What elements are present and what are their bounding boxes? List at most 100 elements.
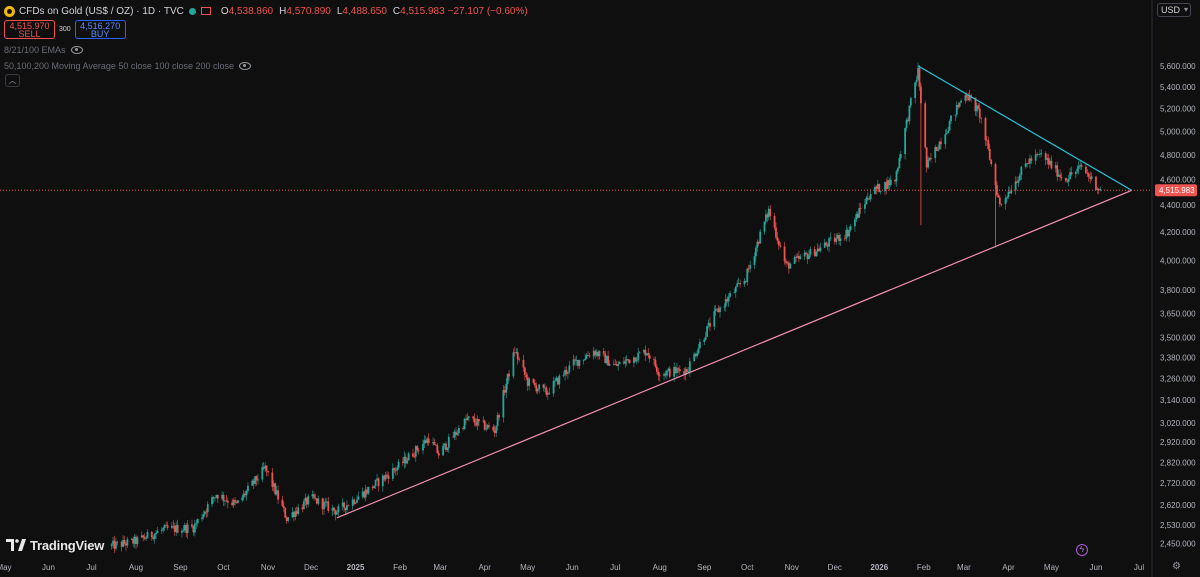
candle-body xyxy=(918,67,921,87)
eye-icon[interactable] xyxy=(239,62,251,70)
x-tick-label: Sep xyxy=(173,563,188,572)
y-tick-label: 5,000.000 xyxy=(1160,127,1196,136)
candle-body xyxy=(1017,180,1020,183)
candle-body xyxy=(895,171,898,182)
candle-body xyxy=(727,296,730,302)
candle-body xyxy=(624,360,627,364)
candle-body xyxy=(568,365,571,372)
candle-body xyxy=(754,248,757,257)
x-tick-label: Jun xyxy=(566,563,579,572)
candle-body xyxy=(994,164,997,186)
x-tick-label: Sep xyxy=(697,563,712,572)
candle-body xyxy=(236,500,239,504)
ohlc-low-value: 4,488.650 xyxy=(342,5,387,17)
x-tick-label: Jul xyxy=(1134,563,1144,572)
indicator-ema[interactable]: 8/21/100 EMAs xyxy=(4,45,83,55)
candle-body xyxy=(848,230,851,237)
candle-body xyxy=(126,539,129,546)
candle-body xyxy=(216,495,219,499)
candle-body xyxy=(1095,176,1097,190)
candle-body xyxy=(773,215,776,228)
candle-body xyxy=(878,183,881,192)
candle-body xyxy=(327,501,330,511)
candle-body xyxy=(160,529,163,531)
candle-body xyxy=(776,237,779,241)
candle-body xyxy=(713,311,716,327)
candle-body xyxy=(436,445,439,454)
indicator-ma[interactable]: 50,100,200 Moving Average 50 close 100 c… xyxy=(4,61,251,71)
market-open-icon xyxy=(188,7,196,15)
collapse-indicators-button[interactable]: ︿ xyxy=(5,74,20,87)
gear-icon[interactable]: ⚙ xyxy=(1172,561,1181,572)
x-tick-label: 2026 xyxy=(870,563,888,572)
candle-body xyxy=(367,486,370,494)
candle-body xyxy=(988,149,991,160)
candle-body xyxy=(678,369,681,372)
eye-icon[interactable] xyxy=(70,46,83,54)
sell-button[interactable]: 4,515.970 SELL xyxy=(4,20,55,39)
candle-body xyxy=(373,485,376,489)
candle-body xyxy=(488,425,490,427)
candle-body xyxy=(1019,175,1021,181)
last-price-value: 4,515.983 xyxy=(1159,186,1195,195)
buy-button[interactable]: 4,516.270 BUY xyxy=(74,20,126,39)
symbol-title[interactable]: CFDs on Gold (US$ / OZ) · 1D · TVC xyxy=(19,6,184,17)
candle-body xyxy=(176,525,179,533)
buy-label: BUY xyxy=(90,29,110,39)
candle-body xyxy=(186,524,189,533)
candle-body xyxy=(284,508,287,518)
candle-body xyxy=(162,528,165,530)
candle-body xyxy=(396,467,399,471)
candle-body xyxy=(729,293,731,297)
candle-body xyxy=(397,461,400,468)
candle-body xyxy=(196,519,199,524)
candle-body xyxy=(930,158,932,159)
candle-body xyxy=(277,490,279,500)
ohlc-close-key: C xyxy=(392,5,401,17)
candle-body xyxy=(709,322,711,327)
currency-selector[interactable]: USD xyxy=(1157,3,1191,17)
y-tick-label: 4,000.000 xyxy=(1160,256,1196,265)
candle-body xyxy=(427,438,430,444)
candle-body xyxy=(950,115,952,122)
candle-body xyxy=(793,257,796,264)
candle-body xyxy=(945,133,948,135)
candle-body xyxy=(1099,189,1102,191)
x-tick-label: Oct xyxy=(741,563,754,572)
candle-body xyxy=(598,351,601,357)
candle-body xyxy=(222,494,225,501)
candle-body xyxy=(247,485,249,491)
candle-body xyxy=(442,445,444,456)
candle-body xyxy=(447,436,450,448)
candle-body xyxy=(723,306,726,308)
candle-body xyxy=(110,544,113,547)
candle-body xyxy=(940,141,942,145)
candle-body xyxy=(829,237,832,239)
candle-body xyxy=(512,352,515,377)
candle-body xyxy=(984,118,987,141)
candle-body xyxy=(166,525,169,528)
candle-body xyxy=(241,497,244,501)
candle-body xyxy=(146,531,149,539)
chart-header: CFDs on Gold (US$ / OZ) · 1D · TVC O 4,53… xyxy=(4,4,531,18)
candle-body xyxy=(145,538,147,539)
candle-body xyxy=(417,450,420,451)
candle-body xyxy=(374,479,377,486)
candle-body xyxy=(714,309,717,312)
candle-body xyxy=(688,361,691,372)
candle-body xyxy=(226,500,229,503)
flag-icon[interactable] xyxy=(200,7,211,15)
time-axis: May Jun Jul Aug Sep Oct Nov Dec 2025 Feb Mar Apr May… xyxy=(0,563,1144,572)
y-tick-label: 4,600.000 xyxy=(1160,176,1196,185)
x-tick-label: Apr xyxy=(478,563,491,572)
candle-body xyxy=(795,257,797,259)
price-chart[interactable]: 5,600.000 5,400.000 5,200.000 5,000.000 4,80… xyxy=(0,0,1200,577)
candle-body xyxy=(1074,171,1077,175)
candle-body xyxy=(909,98,912,106)
candle-body xyxy=(191,524,193,527)
candle-body xyxy=(181,530,183,533)
lightning-icon[interactable]: ϟ xyxy=(1076,544,1088,556)
x-tick-label: Dec xyxy=(828,563,842,572)
candle-body xyxy=(699,342,701,349)
candle-body xyxy=(287,517,290,521)
